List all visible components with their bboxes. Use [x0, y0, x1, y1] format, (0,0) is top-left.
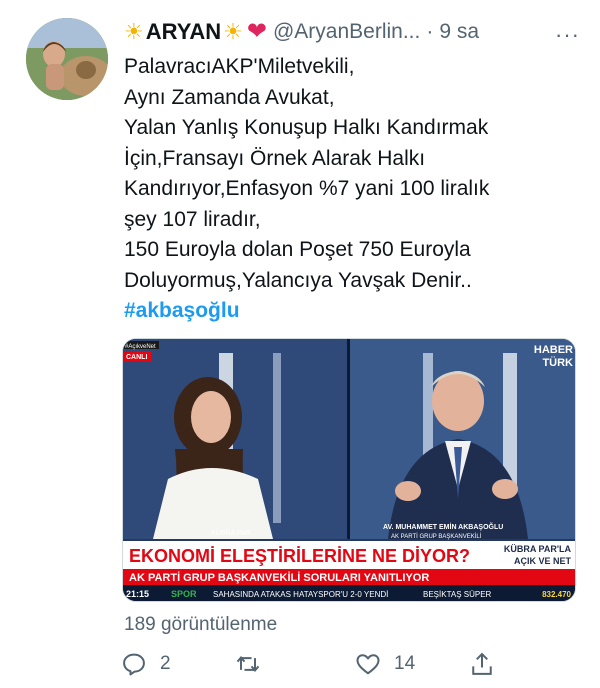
more-options-icon[interactable]: ···	[555, 22, 580, 48]
ticker-text: SAHASINDA ATAKAS HATAYSPOR'U 2-0 YENDİ	[213, 590, 388, 599]
video-frame: #AçıkveNet CANLI HABER TÜRK KÜBRA PAR AV…	[123, 339, 575, 601]
tweet-text-line: Doluyormuş,Yalancıya Yavşak Denir..	[124, 268, 472, 292]
ticker-index: 832.470	[542, 590, 571, 599]
ticker-category: SPOR	[171, 589, 197, 599]
guest-right-title: AK PARTİ GRUP BAŞKANVEKİLİ	[391, 533, 482, 540]
video-thumbnail[interactable]: #AçıkveNet CANLI HABER TÜRK KÜBRA PAR AV…	[122, 338, 576, 602]
tweet-text-line: şey 107 liradır,	[124, 207, 261, 231]
view-count: 189 görüntülenme	[124, 614, 278, 635]
headline-text: EKONOMİ ELEŞTİRİLERİNE NE DİYOR?	[129, 546, 470, 566]
hashtag-link[interactable]: #akbaşoğlu	[124, 296, 586, 327]
retweet-button[interactable]	[234, 647, 274, 681]
sun-emoji-icon: ☀	[223, 19, 243, 44]
reply-button[interactable]: 2	[120, 647, 171, 681]
show-name-line2: AÇIK VE NET	[514, 556, 572, 566]
reply-icon	[123, 653, 145, 676]
tweet-timestamp[interactable]: 9 sa	[439, 20, 479, 44]
channel-logo-line2: TÜRK	[542, 356, 573, 369]
tweet-text-line: İçin,Fransayı Örnek Alarak Halkı	[124, 146, 426, 170]
user-handle[interactable]: @AryanBerlin...	[273, 20, 420, 44]
tweet-text-line: Yalan Yanlış Konuşup Halkı Kandırmak	[124, 116, 489, 139]
ticker-time: 21:15	[126, 589, 149, 599]
tweet-text-line: PalavracıAKP'Miletvekili,	[124, 55, 355, 78]
show-name-line1: KÜBRA PAR'LA	[504, 544, 572, 554]
subheadline-text: AK PARTİ GRUP BAŞKANVEKİLİ SORULARI YANI…	[129, 571, 429, 584]
retweet-icon	[236, 656, 260, 672]
live-badge: CANLI	[126, 354, 147, 361]
tweet-text-line: 150 Euroyla dolan Poşet 750 Euroyla	[124, 238, 471, 261]
avatar-photo	[26, 18, 108, 100]
tweet-header: ☀ ARYAN ☀ ❤ @AryanBerlin... · 9 sa ···	[124, 14, 580, 50]
like-heart-icon	[356, 654, 380, 675]
separator-dot: ·	[426, 20, 434, 43]
share-button[interactable]	[468, 647, 496, 681]
display-name[interactable]: ARYAN	[146, 19, 221, 45]
tweet-text-line: Kandırıyor,Enfasyon %7 yani 100 liralık	[124, 177, 490, 200]
tweet[interactable]: ☀ ARYAN ☀ ❤ @AryanBerlin... · 9 sa ··· P…	[0, 0, 600, 688]
heart-emoji-icon: ❤	[246, 18, 267, 45]
avatar[interactable]	[26, 18, 108, 100]
like-count: 14	[394, 653, 416, 674]
tweet-text: PalavracıAKP'Miletvekili, Aynı Zamanda A…	[124, 52, 586, 327]
share-icon	[472, 652, 492, 675]
reply-count: 2	[160, 653, 171, 674]
tweet-actions: 2 14	[120, 647, 560, 681]
tweet-text-line: Aynı Zamanda Avukat,	[124, 85, 335, 109]
guest-right-name: AV. MUHAMMET EMİN AKBAŞOĞLU	[383, 522, 503, 531]
guest-left-name: KÜBRA PAR	[211, 529, 251, 537]
channel-logo-line1: HABER	[534, 344, 573, 356]
video-hashtag-badge: #AçıkveNet	[125, 344, 156, 350]
like-button[interactable]: 14	[354, 647, 415, 681]
ticker-right: BEŞİKTAŞ SÜPER	[423, 590, 492, 599]
sun-emoji-icon: ☀	[124, 19, 144, 44]
